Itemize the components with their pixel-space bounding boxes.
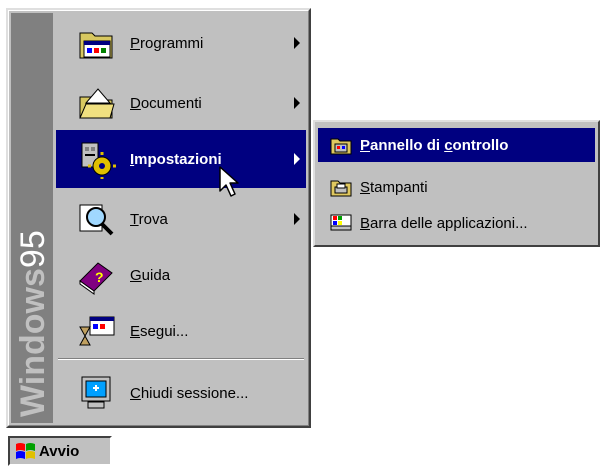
start-button[interactable]: Avvio — [8, 436, 112, 466]
menu-item-esegui[interactable]: Esegui... — [56, 302, 306, 360]
submenu-arrow-icon — [294, 97, 300, 109]
start-menu: Windows95 Programmi Documenti Impostazio… — [6, 8, 311, 428]
menu-item-label: Esegui... — [130, 322, 189, 340]
menu-separator — [58, 358, 304, 360]
windows95-banner: Windows95 — [11, 13, 53, 423]
shutdown-monitor-icon — [76, 373, 116, 413]
submenu-item-barra-delle-applicazioni[interactable]: Barra delle applicazioni... — [318, 206, 595, 240]
submenu-arrow-icon — [294, 153, 300, 165]
mouse-pointer-icon — [219, 166, 239, 197]
menu-item-programmi[interactable]: Programmi — [56, 14, 306, 72]
menu-item-label: Chiudi sessione... — [130, 384, 249, 402]
menu-item-label: Trova — [130, 210, 168, 228]
submenu-item-stampanti[interactable]: Stampanti — [318, 170, 595, 204]
windows-logo-icon — [14, 442, 36, 460]
submenu-item-label: Barra delle applicazioni... — [360, 214, 528, 232]
menu-item-label: Documenti — [130, 94, 202, 112]
settings-icon — [76, 139, 116, 180]
menu-item-chiudi-sessione[interactable]: Chiudi sessione... — [56, 364, 306, 422]
banner-windows: Windows — [14, 268, 52, 417]
impostazioni-submenu: Pannello di controllo Stampanti Barra de… — [313, 120, 600, 247]
menu-item-label: Impostazioni — [130, 150, 222, 168]
programs-folder-icon — [76, 23, 116, 63]
banner-text: Windows95 — [13, 230, 53, 417]
run-icon — [76, 311, 116, 351]
help-book-icon: ? — [76, 255, 116, 295]
menu-item-trova[interactable]: Trova — [56, 190, 306, 248]
control-panel-icon — [330, 135, 352, 155]
menu-item-label: Guida — [130, 266, 171, 284]
menu-item-impostazioni[interactable]: Impostazioni — [56, 130, 306, 188]
submenu-arrow-icon — [294, 37, 300, 49]
documents-folder-icon — [76, 83, 116, 123]
find-magnifier-icon — [76, 199, 116, 239]
menu-item-guida[interactable]: ? Guida — [56, 246, 306, 304]
printers-icon — [330, 177, 352, 197]
taskbar-icon — [330, 213, 352, 233]
submenu-item-label: Stampanti — [360, 178, 428, 196]
submenu-arrow-icon — [294, 213, 300, 225]
start-button-label: Avvio — [39, 442, 80, 460]
submenu-item-pannello-di-controllo[interactable]: Pannello di controllo — [318, 128, 595, 162]
menu-item-label: Programmi — [130, 34, 204, 52]
menu-item-documenti[interactable]: Documenti — [56, 74, 306, 132]
banner-95: 95 — [14, 230, 52, 269]
svg-text:?: ? — [95, 269, 104, 285]
submenu-item-label: Pannello di controllo — [360, 136, 509, 154]
